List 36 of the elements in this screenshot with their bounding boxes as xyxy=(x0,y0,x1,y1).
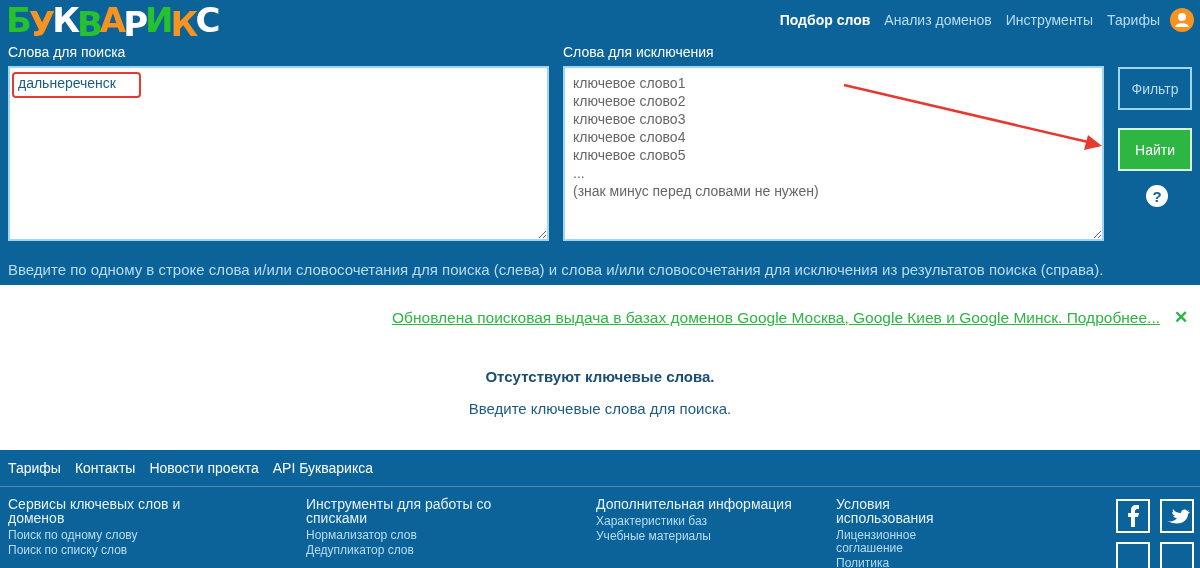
field-label: Слова для исключения xyxy=(563,43,715,62)
nav-tab[interactable]: Анализ доменов xyxy=(884,12,992,28)
footer-link[interactable]: Учебные материалы xyxy=(596,530,726,543)
exclude-words-field[interactable]: ключевое слово1 ключевое слово2 ключевое слово3 ключевое слово4 ключевое слово5 ... (знак минус перед словами не нужен) xyxy=(563,66,1104,241)
footer-link[interactable]: Тарифы xyxy=(8,460,61,476)
empty-title: Отсутствуют ключевые слова. xyxy=(484,368,716,385)
footer-heading: Сервисы ключевых слов и доменов xyxy=(8,497,182,525)
footer-heading: Дополнительная информация xyxy=(596,497,793,511)
find-button[interactable]: Найти xyxy=(1118,128,1192,171)
footer-link[interactable]: Дедупликатор слов xyxy=(306,544,436,557)
field-label: Слова для поиска xyxy=(8,43,127,62)
logo[interactable]: БУКВАРИКС xyxy=(6,0,218,40)
footer-link[interactable]: Характеристики баз xyxy=(596,515,726,528)
search-words-field[interactable]: дальнереченск xyxy=(8,66,549,241)
footer-link[interactable]: API Букварикса xyxy=(272,460,373,476)
nav-tab[interactable]: Тарифы xyxy=(1107,12,1160,28)
footer-link[interactable]: Поиск по списку слов xyxy=(8,544,138,557)
bird-icon[interactable] xyxy=(1160,499,1194,533)
footer-link[interactable]: Политика xyxy=(836,557,966,568)
close-icon[interactable]: ✕ xyxy=(1174,307,1188,328)
hint-text: Введите по одному в строке слова и/или словосочетания для поиска (слева) и слова и/или словосочетания для исключения из результатов поиска (справа). xyxy=(7,260,1105,278)
help-icon[interactable]: ? xyxy=(1146,185,1168,207)
empty-text: Введите ключевые слова для поиска. xyxy=(467,400,733,417)
user-avatar-icon[interactable] xyxy=(1170,8,1194,32)
footer-link[interactable]: Новости проекта xyxy=(149,460,259,476)
filter-button[interactable]: Фильтр xyxy=(1118,67,1192,110)
footer-heading: Инструменты для работы со списками xyxy=(306,497,493,525)
nav-tab[interactable]: Подбор слов xyxy=(779,12,871,28)
footer-link[interactable]: Лицензионное соглашение xyxy=(836,529,966,555)
footer-link[interactable]: Контакты xyxy=(74,460,136,476)
footer-heading: Условия использования xyxy=(836,497,935,525)
notice-link[interactable]: Обновлена поисковая выдача в базах доменов Google Москва, Google Киев и Google Минск. Подробнее... xyxy=(392,308,1160,327)
footer-link[interactable]: Поиск по одному слову xyxy=(8,529,138,542)
facebook-icon[interactable] xyxy=(1116,499,1150,533)
footer-link[interactable]: Нормализатор слов xyxy=(306,529,436,542)
nav-tab[interactable]: Инструменты xyxy=(1005,12,1094,28)
